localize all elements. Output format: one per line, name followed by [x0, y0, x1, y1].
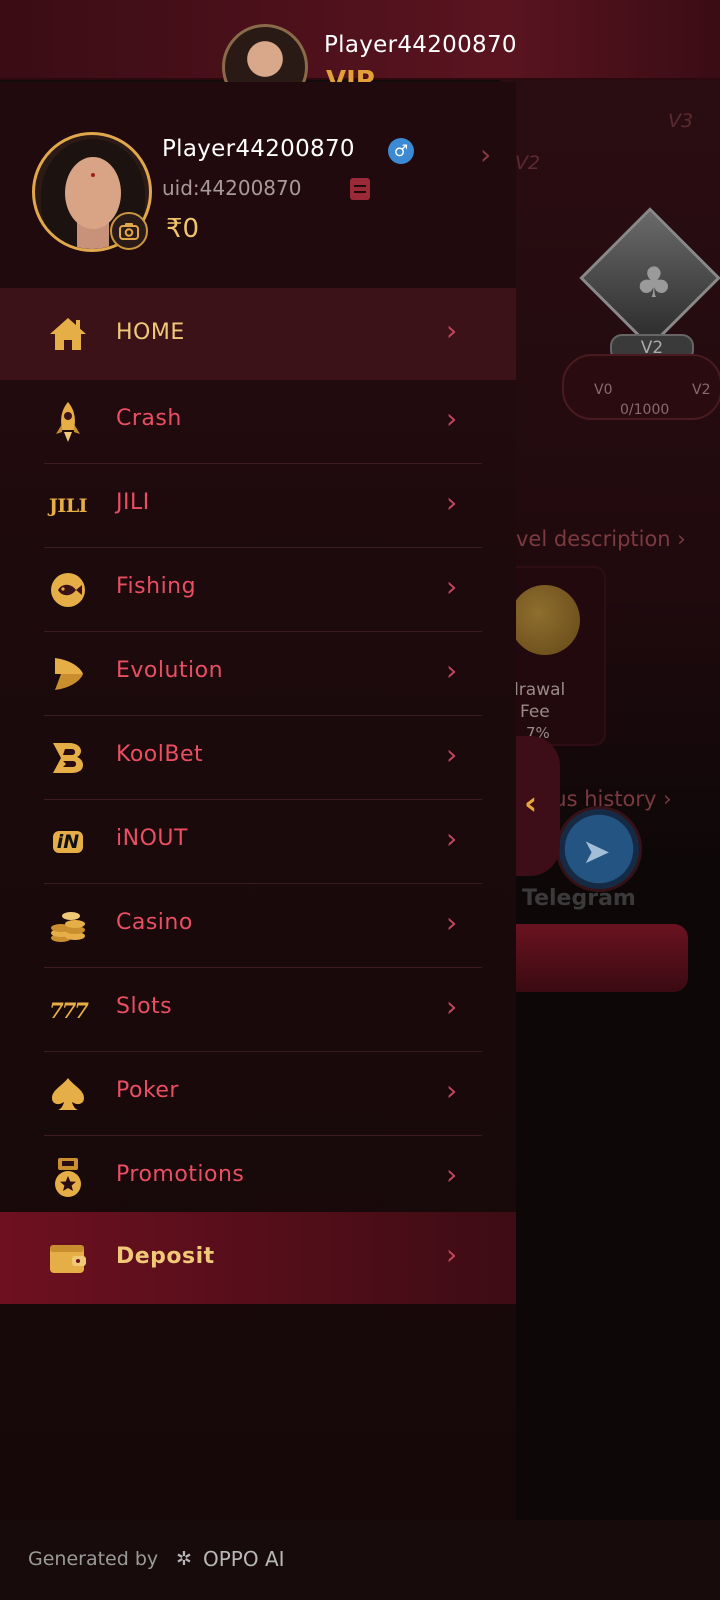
- coins-icon: [44, 902, 92, 950]
- spade-icon: [44, 1070, 92, 1118]
- evolution-logo-icon: [44, 650, 92, 698]
- menu-label-home: HOME: [116, 320, 185, 345]
- rocket-icon: [44, 398, 92, 446]
- chevron-right-icon: ›: [446, 738, 458, 771]
- chevron-right-icon: ›: [446, 314, 458, 347]
- chevron-right-icon: ›: [446, 654, 458, 687]
- level-description-text: vel description: [516, 527, 671, 551]
- progress-start-label: V0: [594, 382, 613, 398]
- menu-item-crash[interactable]: Crash ›: [0, 380, 516, 464]
- chevron-right-icon: ›: [446, 486, 458, 519]
- menu-item-promotions[interactable]: Promotions ›: [0, 1136, 516, 1220]
- fee-label: Fee: [520, 702, 550, 722]
- jili-logo-icon: JILI: [44, 482, 92, 530]
- menu-item-poker[interactable]: Poker ›: [0, 1052, 516, 1136]
- piggy-bank-icon: [510, 585, 580, 655]
- menu-label-evolution: Evolution: [116, 658, 224, 683]
- menu-label-inout: iNOUT: [116, 826, 188, 851]
- background-action-button[interactable]: [504, 924, 688, 992]
- menu-label-jili: JILI: [116, 490, 150, 515]
- menu-item-evolution[interactable]: Evolution ›: [0, 632, 516, 716]
- footer: Generated by ✲ OPPO AI: [0, 1520, 720, 1600]
- avatar-face: [65, 157, 121, 229]
- menu-item-deposit[interactable]: Deposit ›: [0, 1212, 516, 1304]
- chevron-right-icon: ›: [446, 402, 458, 435]
- menu-label-deposit: Deposit: [116, 1244, 215, 1269]
- koolbet-logo-icon: [44, 734, 92, 782]
- wallet-icon: [44, 1234, 92, 1282]
- menu-label-poker: Poker: [116, 1078, 179, 1103]
- menu-item-casino[interactable]: Casino ›: [0, 884, 516, 968]
- menu-item-koolbet[interactable]: KoolBet ›: [0, 716, 516, 800]
- menu-label-crash: Crash: [116, 406, 182, 431]
- menu-label-koolbet: KoolBet: [116, 742, 204, 767]
- avatar-bindi: [91, 173, 95, 177]
- menu-item-home[interactable]: HOME ›: [0, 288, 516, 380]
- progress-end-label: V2: [692, 382, 711, 398]
- telegram-label: Telegram: [522, 886, 636, 911]
- background-player-name: Player44200870: [324, 32, 517, 58]
- profile-name: Player44200870: [162, 136, 355, 162]
- male-icon: ♂: [388, 138, 414, 164]
- menu-label-casino: Casino: [116, 910, 193, 935]
- menu-item-inout[interactable]: iN iNOUT ›: [0, 800, 516, 884]
- level-description-link[interactable]: vel description ›: [516, 527, 686, 551]
- chevron-right-icon: ›: [446, 570, 458, 603]
- menu-label-promotions: Promotions: [116, 1162, 245, 1187]
- oppo-ai-logo-icon: ✲: [176, 1548, 192, 1570]
- club-icon: ♣: [635, 258, 673, 307]
- inout-logo-icon: iN: [44, 818, 92, 866]
- slots-777-text: 777: [49, 997, 89, 1023]
- chevron-right-icon: ›: [446, 906, 458, 939]
- chevron-right-icon: ›: [446, 1158, 458, 1191]
- fish-icon: [44, 566, 92, 614]
- oppo-ai-brand: OPPO AI: [203, 1547, 285, 1571]
- medal-icon: [44, 1154, 92, 1202]
- menu-label-slots: Slots: [116, 994, 173, 1019]
- home-icon: [44, 310, 92, 358]
- level-v3-label: V3: [668, 110, 694, 132]
- balance: ₹0: [166, 214, 200, 244]
- generated-by-label: Generated by: [28, 1548, 159, 1570]
- menu-item-slots[interactable]: 777 Slots ›: [0, 968, 516, 1052]
- copy-icon[interactable]: [350, 178, 370, 200]
- camera-icon[interactable]: [110, 212, 148, 250]
- level-v2-label: V2: [515, 152, 541, 174]
- inout-logo-text: iN: [52, 831, 84, 853]
- menu-label-fishing: Fishing: [116, 574, 197, 599]
- 777-icon: 777: [44, 986, 92, 1034]
- progress-value: 0/1000: [620, 402, 670, 418]
- chevron-left-icon: ‹: [524, 784, 538, 822]
- side-drawer: Player44200870 ♂ uid:44200870 ₹0 › HOME …: [0, 82, 516, 1520]
- chevron-right-icon: ›: [446, 990, 458, 1023]
- menu-item-jili[interactable]: JILI JILI ›: [0, 464, 516, 548]
- withdrawal-label: drawal: [508, 680, 566, 700]
- profile-chevron-icon[interactable]: ›: [480, 138, 491, 171]
- telegram-icon: ➤: [582, 832, 611, 872]
- chevron-right-icon: ›: [446, 822, 458, 855]
- chevron-right-icon: ›: [446, 1238, 458, 1271]
- menu-item-fishing[interactable]: Fishing ›: [0, 548, 516, 632]
- jili-logo-text: JILI: [48, 495, 88, 517]
- profile-uid: uid:44200870: [162, 176, 302, 200]
- chevron-right-icon: ›: [446, 1074, 458, 1107]
